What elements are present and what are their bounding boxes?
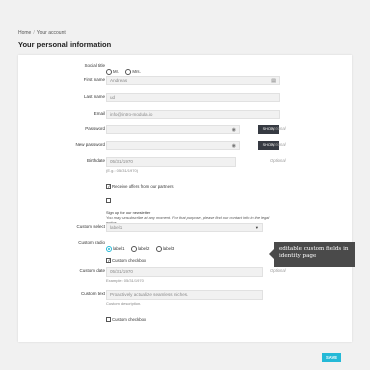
email-value: info@intro-modula.io [110, 112, 153, 117]
page-title: Your personal information [18, 40, 112, 49]
first-name-input[interactable]: Andreas ▤ [106, 76, 280, 85]
custom-radio-label: Custom radio [78, 240, 105, 245]
birthdate-input[interactable]: 05/31/1970 [106, 157, 236, 167]
custom-text-value: Proactively actualize seamless niches. [110, 292, 189, 297]
custom-date-optional: Optional [270, 268, 286, 273]
custom-radio-label2[interactable] [130, 245, 137, 252]
social-title-mr-label: Mr. [113, 69, 119, 75]
birthdate-optional: Optional [270, 158, 286, 163]
social-title-mrs-label: Mrs. [132, 69, 141, 75]
partners-label: Receive offers from our partners [112, 184, 174, 190]
custom-checkbox-1-label: Custom checkbox [112, 258, 147, 264]
autofill-icon: ▤ [271, 77, 276, 84]
custom-checkbox-1[interactable] [106, 258, 111, 264]
custom-date-hint: Example: 05/31/1970 [106, 278, 144, 283]
custom-text-input[interactable]: Proactively actualize seamless niches. [106, 290, 263, 300]
eye-icon[interactable]: ◉ [232, 143, 236, 150]
birthdate-value: 05/31/1970 [110, 159, 133, 164]
custom-checkbox-2-label: Custom checkbox [112, 317, 147, 323]
social-title-label: Social title [84, 63, 105, 68]
email-input[interactable]: info@intro-modula.io [106, 110, 280, 119]
save-button[interactable]: SAVE [322, 353, 341, 362]
custom-date-value: 05/31/1970 [110, 269, 133, 274]
password-input[interactable]: ◉ [106, 125, 240, 134]
partners-checkbox[interactable] [106, 184, 111, 190]
breadcrumb: Home / Your account [18, 30, 66, 36]
custom-checkbox-2[interactable] [106, 317, 111, 323]
newsletter-checkbox[interactable] [106, 198, 111, 204]
custom-select-label: Custom select [76, 224, 105, 229]
custom-radio-label1[interactable] [106, 245, 112, 252]
first-name-label: First name [83, 77, 105, 82]
last-name-value: ud [110, 95, 116, 100]
custom-radio-label2-text: label2 [137, 246, 150, 252]
custom-radio-label1-text: label1 [113, 246, 125, 252]
password-optional: Optional [270, 126, 286, 131]
custom-date-input[interactable]: 05/31/1970 [106, 267, 263, 277]
birthdate-label: Birthdate [86, 158, 105, 163]
breadcrumb-separator: / [33, 30, 35, 36]
custom-date-label: Custom date [79, 268, 105, 273]
first-name-value: Andreas [110, 78, 128, 83]
custom-text-label: Custom text [80, 291, 105, 296]
custom-radio-label3[interactable] [155, 245, 162, 252]
social-title-mr-radio[interactable] [106, 68, 112, 75]
birthdate-hint: (E.g.: 05/31/1970) [106, 168, 139, 173]
caret-down-icon: ▾ [255, 225, 258, 230]
social-title-mrs-radio[interactable] [125, 68, 132, 75]
new-password-input[interactable]: ◉ [106, 141, 240, 150]
email-label: Email [93, 111, 105, 116]
password-label: Password [85, 126, 105, 131]
personal-info-form: Social title Mr. Mrs. First name Andreas… [18, 55, 352, 342]
newsletter-option: Sign up for our newsletter You may unsub… [106, 192, 276, 225]
breadcrumb-home[interactable]: Home [18, 30, 31, 36]
custom-checkbox-2-option: Custom checkbox [106, 311, 148, 329]
tooltip: editable custom fields in identity page [269, 242, 355, 267]
custom-select[interactable]: label1 ▾ [106, 223, 263, 232]
last-name-label: Last name [83, 94, 105, 99]
breadcrumb-current[interactable]: Your account [37, 30, 66, 36]
eye-icon[interactable]: ◉ [232, 127, 236, 134]
new-password-label: New password [75, 142, 105, 147]
custom-radio-label3-text: label3 [162, 246, 175, 252]
last-name-input[interactable]: ud [106, 93, 280, 102]
new-password-optional: Optional [270, 142, 286, 147]
custom-text-hint: Custom description. [106, 301, 142, 306]
custom-select-value: label1 [110, 225, 123, 230]
